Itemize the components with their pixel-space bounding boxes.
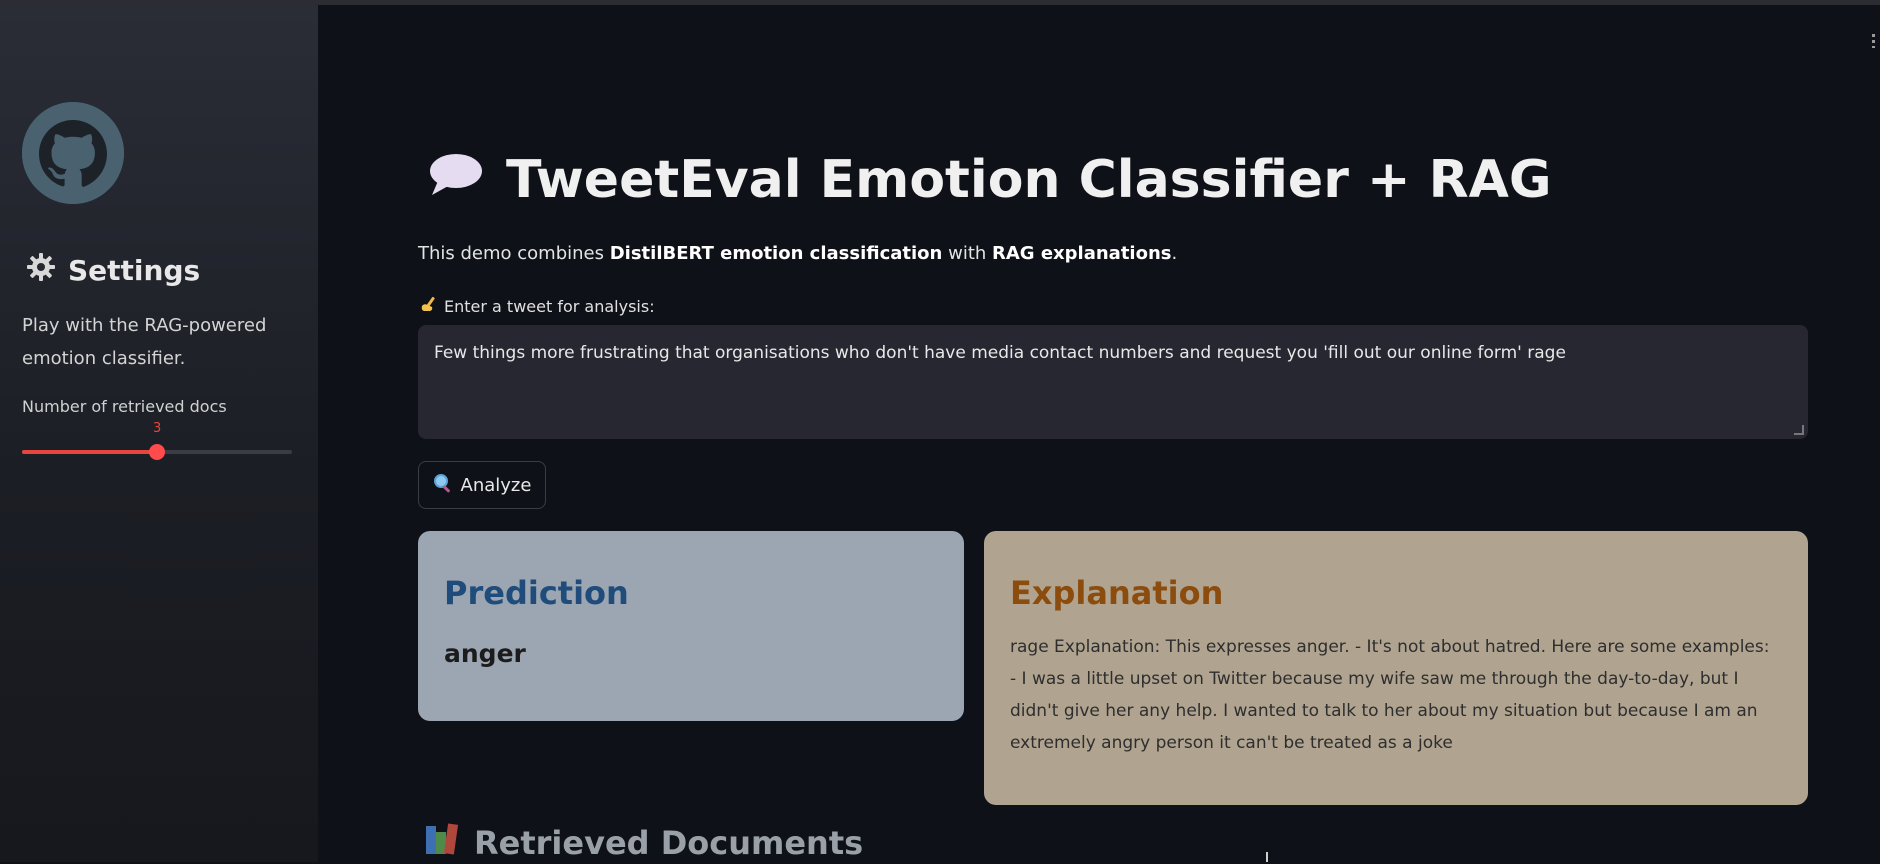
tweet-input[interactable]: Few things more frustrating that organis… (418, 325, 1808, 439)
retrieved-docs-slider[interactable] (22, 444, 292, 460)
analyze-button-label: Analyze (460, 474, 532, 496)
slider-value: 3 (153, 421, 162, 436)
page-title-text: TweetEval Emotion Classifier + RAG (506, 150, 1552, 210)
prediction-value: anger (444, 639, 526, 668)
github-logo (22, 102, 124, 204)
intro-bold-rag: RAG explanations (992, 243, 1172, 264)
books-icon (424, 822, 460, 864)
slider-label: Number of retrieved docs (22, 397, 227, 416)
page-title: TweetEval Emotion Classifier + RAG (428, 150, 1552, 210)
retrieved-documents-heading: Retrieved Documents (424, 822, 863, 864)
slider-thumb[interactable] (149, 444, 165, 460)
analyze-button[interactable]: Analyze (418, 461, 546, 509)
writing-hand-icon (420, 295, 438, 317)
prediction-title: Prediction (444, 574, 629, 612)
intro-text: This demo combines DistilBERT emotion cl… (418, 243, 1177, 264)
intro-suffix: . (1171, 243, 1178, 264)
sidebar-title: Settings (26, 252, 200, 289)
slider-fill (22, 450, 157, 454)
intro-bold-model: DistilBERT emotion classification (609, 243, 943, 264)
sidebar-title-text: Settings (68, 254, 201, 287)
sidebar-description: Play with the RAG-powered emotion classi… (22, 315, 267, 369)
resize-handle[interactable] (1794, 425, 1804, 435)
sidebar: Settings Play with the RAG-powered emoti… (0, 5, 318, 862)
explanation-text: rage Explanation: This expresses anger. … (1010, 637, 1770, 753)
intro-prefix: This demo combines (418, 243, 610, 264)
tweet-input-label: Enter a tweet for analysis: (420, 295, 655, 317)
gear-icon (26, 252, 56, 289)
tweet-input-label-text: Enter a tweet for analysis: (444, 296, 655, 316)
main-menu-icon[interactable] (1872, 34, 1875, 48)
magnifier-icon (433, 473, 453, 498)
tweet-input-value: Few things more frustrating that organis… (434, 343, 1566, 363)
text-cursor (1266, 852, 1268, 862)
explanation-card: Explanation rage Explanation: This expre… (984, 531, 1808, 805)
intro-middle: with (942, 243, 993, 264)
prediction-card: Prediction anger (418, 531, 964, 721)
explanation-title: Explanation (1010, 574, 1224, 612)
retrieved-documents-heading-text: Retrieved Documents (474, 824, 864, 862)
speech-bubble-icon (428, 150, 484, 210)
